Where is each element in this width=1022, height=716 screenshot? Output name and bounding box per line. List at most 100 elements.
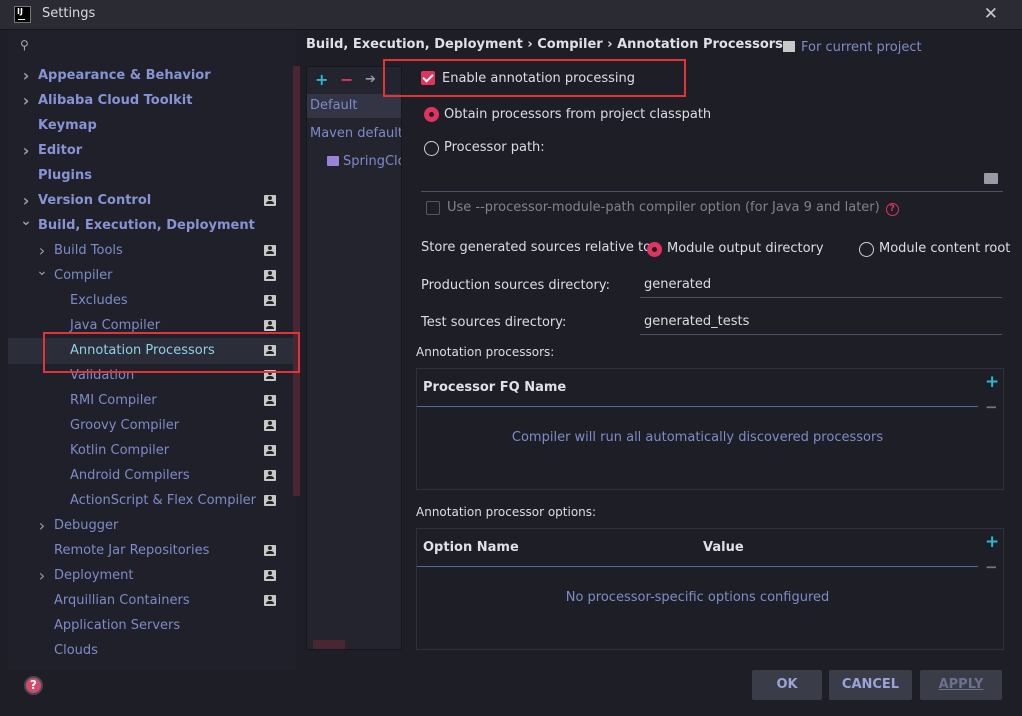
tree-item-label: Version Control [38, 193, 152, 208]
profile-item-module-label: SpringClo [343, 154, 401, 169]
browse-folder-icon[interactable] [984, 173, 998, 184]
chevron-right-icon[interactable]: › [20, 88, 32, 113]
module-path-option: Use --processor-module-path compiler opt… [447, 200, 899, 216]
tree-item-remote-jar-repositories[interactable]: Remote Jar Repositories [8, 538, 296, 563]
profiles-list: + − ➔ Default Maven default a SpringClo [306, 66, 402, 650]
tree-item-groovy-compiler[interactable]: Groovy Compiler [8, 413, 296, 438]
project-level-icon [264, 545, 276, 556]
production-sources-label: Production sources directory: [421, 278, 610, 293]
ok-button[interactable]: OK [752, 670, 822, 700]
tree-item-version-control[interactable]: › Version Control [8, 188, 296, 213]
chevron-right-icon[interactable]: › [20, 138, 32, 163]
tree-item-label: Build, Execution, Deployment [38, 218, 255, 233]
for-current-project-link[interactable]: For current project [783, 40, 922, 55]
project-level-icon [264, 195, 276, 206]
profile-item-default[interactable]: Default [307, 94, 401, 118]
add-profile-icon[interactable]: + [315, 70, 328, 89]
chevron-down-icon[interactable]: ⌄ [20, 209, 32, 234]
tree-item-plugins[interactable]: Plugins [8, 163, 296, 188]
tree-item-label: Appearance & Behavior [38, 68, 211, 83]
processor-path-radio[interactable] [424, 141, 439, 156]
title-bar: IJ Settings ✕ [0, 0, 1022, 30]
intellij-app-icon: IJ [14, 6, 31, 23]
tree-item-build-tools[interactable]: › Build Tools [8, 238, 296, 263]
tree-item-label: Plugins [38, 168, 92, 183]
store-relative-label: Store generated sources relative to: [421, 240, 656, 255]
remove-option-icon[interactable]: − [985, 558, 998, 576]
question-mark-icon[interactable]: ? [885, 203, 899, 216]
project-level-icon [264, 470, 276, 481]
enable-processing-highlight-box [383, 59, 686, 97]
tree-item-label: Compiler [54, 268, 113, 283]
processors-empty-text: Compiler will run all automatically disc… [511, 430, 884, 445]
tree-item-debugger[interactable]: › Debugger [8, 513, 296, 538]
add-option-icon[interactable]: + [985, 532, 999, 552]
tree-scrollbar[interactable] [293, 66, 300, 496]
profile-item-maven-default[interactable]: Maven default a [307, 122, 401, 146]
for-current-project-label: For current project [801, 40, 922, 55]
tree-item-keymap[interactable]: Keymap [8, 113, 296, 138]
tree-item-label: ActionScript & Flex Compiler [70, 493, 257, 508]
tree-item-arquillian-containers[interactable]: Arquillian Containers [8, 588, 296, 613]
move-to-icon[interactable]: ➔ [365, 72, 376, 87]
module-content-root-radio[interactable] [859, 242, 874, 257]
annotation-processors-section-label: Annotation processors: [416, 345, 555, 359]
tree-item-editor[interactable]: › Editor [8, 138, 296, 163]
tree-item-kotlin-compiler[interactable]: Kotlin Compiler [8, 438, 296, 463]
processor-path-label: Processor path: [444, 140, 545, 155]
remove-processor-icon[interactable]: − [985, 398, 998, 416]
tree-item-label: Editor [38, 143, 83, 158]
project-level-icon [264, 270, 276, 281]
processor-path-input[interactable] [421, 164, 1003, 192]
tree-item-android-compilers[interactable]: Android Compilers [8, 463, 296, 488]
chevron-down-icon[interactable]: ⌄ [36, 259, 48, 284]
tree-item-label: Alibaba Cloud Toolkit [38, 93, 193, 108]
option-name-header[interactable]: Option Name [423, 529, 519, 567]
tree-item-label: Excludes [70, 293, 128, 308]
test-sources-input[interactable]: generated_tests [640, 307, 1002, 335]
tree-item-alibaba-cloud-toolkit[interactable]: › Alibaba Cloud Toolkit [8, 88, 296, 113]
tree-item-deployment[interactable]: › Deployment [8, 563, 296, 588]
tree-item-label: Build Tools [54, 243, 123, 258]
apply-button[interactable]: APPLY [920, 670, 1002, 700]
chevron-right-icon[interactable]: › [36, 563, 48, 588]
tree-item-excludes[interactable]: Excludes [8, 288, 296, 313]
tree-item-label: Clouds [54, 643, 98, 658]
project-level-icon [264, 445, 276, 456]
module-path-checkbox[interactable] [426, 201, 440, 215]
tree-item-build-execution-deployment[interactable]: ⌄ Build, Execution, Deployment [8, 213, 296, 238]
cancel-button[interactable]: CANCEL [829, 670, 912, 700]
profiles-hscrollbar[interactable] [313, 640, 345, 649]
profile-item-module[interactable]: SpringClo [307, 150, 401, 174]
tree-item-actionscript-flex-compiler[interactable]: ActionScript & Flex Compiler [8, 488, 296, 513]
tree-item-clouds[interactable]: Clouds [8, 638, 296, 663]
tree-item-compiler[interactable]: ⌄ Compiler [8, 263, 296, 288]
add-processor-icon[interactable]: + [985, 372, 999, 392]
processor-fq-name-header[interactable]: Processor FQ Name [417, 369, 978, 407]
obtain-from-classpath-radio[interactable] [424, 107, 439, 122]
remove-profile-icon[interactable]: − [340, 70, 353, 89]
project-level-icon [264, 320, 276, 331]
value-header[interactable]: Value [703, 529, 744, 567]
tree-item-application-servers[interactable]: Application Servers [8, 613, 296, 638]
chevron-right-icon[interactable]: › [36, 513, 48, 538]
tree-item-label: Remote Jar Repositories [54, 543, 210, 558]
search-icon: ⚲ [20, 38, 29, 52]
tree-item-label: Application Servers [54, 618, 181, 633]
chevron-right-icon[interactable]: › [20, 63, 32, 88]
module-output-radio[interactable] [647, 242, 662, 257]
help-icon[interactable]: ? [24, 676, 43, 695]
project-level-icon [264, 595, 276, 606]
module-folder-icon [327, 156, 339, 166]
module-output-label: Module output directory [667, 241, 824, 256]
tree-item-appearance-behavior[interactable]: › Appearance & Behavior [8, 63, 296, 88]
options-table-header: Option Name Value [417, 529, 978, 567]
project-level-icon [264, 570, 276, 581]
tree-item-rmi-compiler[interactable]: RMI Compiler [8, 388, 296, 413]
tree-item-label: RMI Compiler [70, 393, 157, 408]
tree-item-label: Debugger [54, 518, 119, 533]
settings-search-input[interactable] [38, 34, 288, 56]
production-sources-input[interactable]: generated [640, 270, 1002, 298]
tree-item-label: Keymap [38, 118, 97, 133]
close-icon[interactable]: ✕ [984, 4, 998, 24]
